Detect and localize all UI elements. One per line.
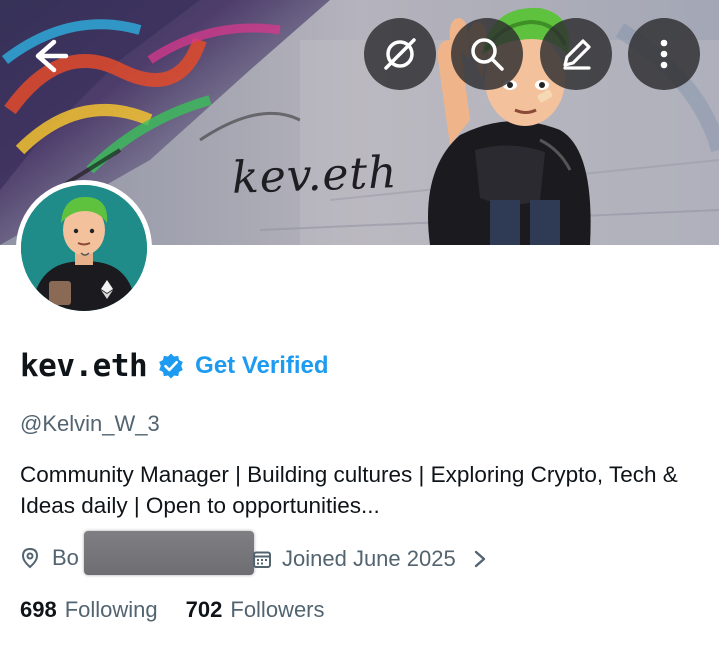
get-verified-link[interactable]: Get Verified xyxy=(195,352,328,380)
calendar-icon xyxy=(253,551,271,568)
avatar-illustration xyxy=(21,185,147,311)
location-row: Bo xyxy=(20,540,79,576)
chevron-right-icon xyxy=(474,550,485,568)
following-count: 698 xyxy=(20,597,57,622)
banner-tag-text: kev.eth xyxy=(231,147,399,204)
followers-label: Followers xyxy=(230,597,325,622)
profile-bio: Community Manager | Building cultures | … xyxy=(20,462,678,518)
edit-button[interactable] xyxy=(540,18,612,90)
profile-name-row: kev.eth Get Verified xyxy=(20,344,329,388)
more-vertical-icon xyxy=(660,39,668,69)
grok-icon xyxy=(384,38,416,70)
follow-stats: 698 Following 702 Followers xyxy=(20,593,325,627)
more-options-button[interactable] xyxy=(628,18,700,90)
followers-stat[interactable]: 702 Followers xyxy=(186,597,325,623)
following-stat[interactable]: 698 Following xyxy=(20,597,158,623)
joined-date-text: Joined June 2025 xyxy=(282,546,456,571)
search-button[interactable] xyxy=(451,18,523,90)
avatar-image xyxy=(21,185,147,311)
profile-handle: @Kelvin_W_3 xyxy=(20,411,160,436)
pencil-icon xyxy=(563,39,591,70)
search-icon xyxy=(471,38,504,71)
display-name: kev.eth xyxy=(20,348,148,384)
profile-avatar[interactable] xyxy=(16,180,152,316)
verified-badge-icon[interactable] xyxy=(157,352,185,380)
redacted-location-overlay xyxy=(84,531,254,575)
joined-date-row[interactable]: Joined June 2025 xyxy=(252,541,488,577)
back-button[interactable] xyxy=(24,34,76,78)
following-label: Following xyxy=(64,597,158,622)
location-pin-icon xyxy=(21,547,39,569)
arrow-left-icon xyxy=(35,39,69,73)
grok-button[interactable] xyxy=(364,18,436,90)
location-text: Bo xyxy=(52,545,79,570)
followers-count: 702 xyxy=(185,597,223,622)
